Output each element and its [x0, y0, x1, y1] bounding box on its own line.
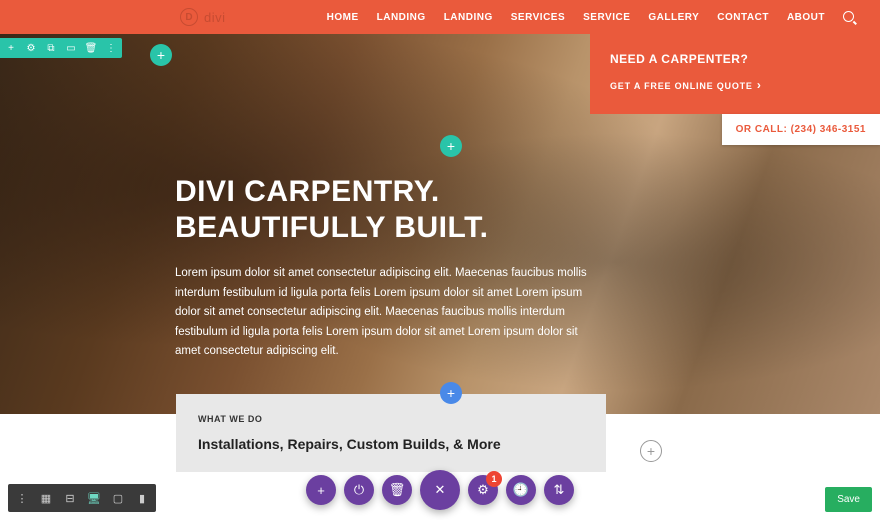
nav-home[interactable]: HOME	[327, 12, 359, 23]
toolbar-settings-button[interactable]: ⚙	[468, 475, 498, 505]
call-label[interactable]: OR CALL: (234) 346-3151	[722, 114, 880, 145]
tablet-view-icon[interactable]: ▢	[107, 487, 129, 509]
nav-gallery[interactable]: GALLERY	[648, 12, 699, 23]
section-toolbar: + ⚙ ⧉ ▭ 🗑 ⋮	[0, 38, 122, 58]
subsection-title: Installations, Repairs, Custom Builds, &…	[198, 436, 584, 452]
nav-contact[interactable]: CONTACT	[717, 12, 769, 23]
hero-heading: DIVI CARPENTRY. BEAUTIFULLY BUILT.	[175, 174, 600, 246]
search-icon[interactable]	[843, 11, 856, 24]
duplicate-icon[interactable]: ⧉	[44, 41, 58, 55]
add-section-button-top[interactable]: +	[150, 44, 172, 66]
logo[interactable]: D divi	[180, 8, 226, 26]
gear-icon[interactable]: ⚙	[24, 41, 38, 55]
subsection-card: WHAT WE DO Installations, Repairs, Custo…	[176, 394, 606, 472]
header-bar: D divi HOME LANDING LANDING SERVICES SER…	[0, 0, 880, 34]
add-icon[interactable]: +	[4, 41, 18, 55]
nav-service[interactable]: SERVICE	[583, 12, 630, 23]
menu-icon[interactable]: ⋮	[11, 487, 33, 509]
save-button[interactable]: Save	[825, 487, 872, 512]
nav-landing-1[interactable]: LANDING	[377, 12, 426, 23]
toolbar-sort-button[interactable]: ⇅	[544, 475, 574, 505]
phone-view-icon[interactable]: ▮	[131, 487, 153, 509]
cta-panel: NEED A CARPENTER? GET A FREE ONLINE QUOT…	[590, 34, 880, 114]
toolbar-trash-button[interactable]: 🗑	[382, 475, 412, 505]
view-toolbar: ⋮ ▦ ⊟ 🖥 ▢ ▮	[8, 484, 156, 512]
columns-icon[interactable]: ▭	[64, 41, 78, 55]
logo-icon: D	[180, 8, 198, 26]
trash-icon[interactable]: 🗑	[84, 41, 98, 55]
logo-text: divi	[204, 10, 226, 25]
toolbar-close-button[interactable]: ✕	[420, 470, 460, 510]
main-nav: HOME LANDING LANDING SERVICES SERVICE GA…	[327, 11, 856, 24]
nav-landing-2[interactable]: LANDING	[444, 12, 493, 23]
zoom-out-icon[interactable]: ⊟	[59, 487, 81, 509]
toolbar-history-button[interactable]: 🕘	[506, 475, 536, 505]
nav-services[interactable]: SERVICES	[511, 12, 565, 23]
cta-title: NEED A CARPENTER?	[610, 52, 860, 66]
more-icon[interactable]: ⋮	[104, 41, 118, 55]
subsection-kicker: WHAT WE DO	[198, 414, 584, 424]
add-module-button[interactable]: +	[440, 382, 462, 404]
cta-link[interactable]: GET A FREE ONLINE QUOTE	[610, 78, 860, 92]
toolbar-power-button[interactable]: ⏻	[344, 475, 374, 505]
add-placeholder-button[interactable]: +	[640, 440, 662, 462]
toolbar-add-button[interactable]: +	[306, 475, 336, 505]
add-row-button-hero[interactable]: +	[440, 135, 462, 157]
hero-body: Lorem ipsum dolor sit amet consectetur a…	[175, 264, 595, 362]
nav-about[interactable]: ABOUT	[787, 12, 825, 23]
wireframe-view-icon[interactable]: ▦	[35, 487, 57, 509]
action-toolbar: + ⏻ 🗑 ✕ ⚙ 🕘 ⇅	[306, 470, 574, 510]
desktop-view-icon[interactable]: 🖥	[83, 487, 105, 509]
